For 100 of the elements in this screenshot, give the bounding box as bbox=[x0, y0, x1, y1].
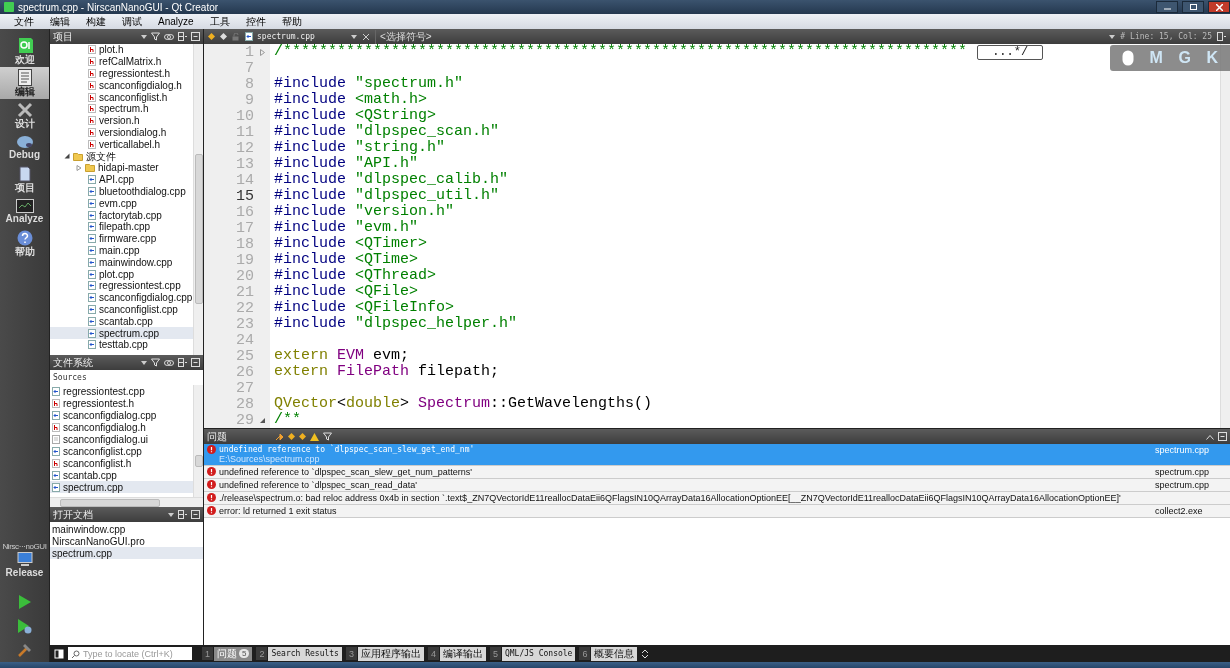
scrollbar[interactable] bbox=[1220, 44, 1230, 428]
tree-item[interactable]: spectrum.h bbox=[50, 103, 193, 115]
maximize-icon bbox=[1189, 4, 1197, 10]
menu-item[interactable]: 工具 bbox=[209, 14, 230, 29]
tree-item[interactable]: filepath.cpp bbox=[50, 220, 193, 233]
tree-item[interactable]: scantab.cpp bbox=[50, 315, 193, 328]
document-item[interactable]: mainwindow.cpp bbox=[50, 523, 203, 535]
issue-path: E:\Sources\spectrum.cpp bbox=[219, 454, 321, 464]
document-item[interactable]: NirscanNanoGUI.pro bbox=[50, 535, 203, 547]
maximize-button[interactable] bbox=[1182, 1, 1204, 13]
file-item[interactable]: regressiontest.h bbox=[50, 397, 193, 409]
tree-item[interactable]: spectrum.cpp bbox=[50, 327, 193, 339]
issue-row[interactable]: error: ld returned 1 exit status collect2.exe bbox=[204, 505, 1230, 518]
source-file-icon bbox=[88, 281, 96, 291]
issue-row[interactable]: undefined reference to `dlpspec_scan_read_data' spectrum.cpp bbox=[204, 479, 1230, 492]
tree-item[interactable]: regressiontest.h bbox=[50, 67, 193, 80]
tree-item[interactable]: 源文件 bbox=[50, 150, 193, 162]
tree-item[interactable]: evm.cpp bbox=[50, 197, 193, 210]
file-item[interactable]: scanconfiglist.h bbox=[50, 457, 193, 469]
file-item[interactable]: spectrum.cpp bbox=[50, 481, 193, 493]
file-item[interactable]: regressiontest.cpp bbox=[50, 385, 193, 397]
mode-button[interactable]: 编辑 bbox=[0, 67, 49, 99]
issue-row[interactable] bbox=[204, 492, 1230, 505]
tree-item[interactable]: factorytab.cpp bbox=[50, 209, 193, 221]
line-number: 22 bbox=[236, 299, 254, 317]
issue-row[interactable]: undefined reference to `dlpspec_scan_slew_get_num_patterns' spectrum.cpp bbox=[204, 466, 1230, 479]
code-line: #include "version.h" bbox=[274, 204, 455, 220]
error-icon bbox=[207, 445, 216, 454]
split-icon bbox=[178, 358, 187, 367]
document-item[interactable]: spectrum.cpp bbox=[50, 547, 203, 559]
output-pane-button[interactable]: Search Results bbox=[268, 646, 342, 661]
scrollbar[interactable] bbox=[50, 497, 203, 507]
tree-item[interactable]: API.cpp bbox=[50, 173, 193, 186]
file-selector[interactable]: spectrum.cpp bbox=[245, 32, 357, 41]
output-pane-button[interactable]: QML/JS Console bbox=[501, 646, 576, 661]
tree-item[interactable]: bluetoothdialog.cpp bbox=[50, 185, 193, 198]
header-file-icon bbox=[88, 80, 96, 90]
tree-item[interactable]: hidapi-master bbox=[50, 161, 193, 174]
code-line: /**************************************************************************** bbox=[274, 44, 968, 60]
mode-button[interactable]: 欢迎 bbox=[0, 35, 49, 67]
menu-item[interactable]: 帮助 bbox=[281, 14, 302, 29]
line-number: 11 bbox=[236, 123, 254, 141]
split-icon bbox=[178, 510, 187, 519]
file-item[interactable]: scanconfigdialog.cpp bbox=[50, 409, 193, 421]
source-file-icon bbox=[88, 198, 96, 208]
tree-item[interactable]: scanconfiglist.h bbox=[50, 91, 193, 103]
mode-button[interactable]: Analyze bbox=[0, 195, 49, 227]
minimize-button[interactable] bbox=[1156, 1, 1178, 13]
file-item[interactable]: scanconfigdialog.h bbox=[50, 421, 193, 433]
filter-icon bbox=[151, 32, 160, 41]
tree-item[interactable]: plot.h bbox=[50, 44, 193, 56]
output-pane-button[interactable]: 编译输出 bbox=[439, 646, 486, 661]
file-item[interactable]: scanconfiglist.cpp bbox=[50, 445, 193, 457]
output-pane-button[interactable]: 问题 5 bbox=[214, 646, 253, 661]
scrollbar[interactable] bbox=[193, 44, 203, 355]
build-config[interactable]: Release bbox=[5, 567, 44, 578]
tree-item[interactable]: firmware.cpp bbox=[50, 232, 193, 245]
menu-item[interactable]: 编辑 bbox=[50, 14, 70, 29]
output-pane-button[interactable]: 概要信息 bbox=[591, 646, 638, 661]
tree-item[interactable]: versiondialog.h bbox=[50, 126, 193, 139]
menu-item[interactable]: 调试 bbox=[122, 14, 142, 29]
tree-item[interactable]: plot.cpp bbox=[50, 268, 193, 280]
mode-button[interactable]: 项目 bbox=[0, 163, 49, 195]
tree-item[interactable]: mainwindow.cpp bbox=[50, 256, 193, 269]
mode-button[interactable]: 帮助 bbox=[0, 227, 49, 259]
source-file-icon bbox=[88, 316, 96, 326]
project-name: Nirsc···noGUI bbox=[2, 542, 47, 551]
tree-item[interactable]: scanconfigdialog.h bbox=[50, 79, 193, 92]
issue-message: error: ld returned 1 exit status bbox=[219, 506, 338, 516]
locate-field[interactable]: Type to locate (Ctrl+K) bbox=[68, 647, 192, 660]
menu-item[interactable]: 构建 bbox=[86, 14, 106, 29]
folded-code-marker[interactable]: ...*/ bbox=[977, 44, 1044, 60]
tree-item[interactable]: verticallabel.h bbox=[50, 138, 193, 151]
header-file-icon bbox=[88, 69, 96, 78]
tree-item[interactable]: version.h bbox=[50, 114, 193, 127]
source-file-icon bbox=[88, 222, 96, 232]
menu-item[interactable]: 控件 bbox=[245, 14, 266, 29]
tree-item[interactable]: testtab.cpp bbox=[50, 338, 193, 351]
pane-number: 3 bbox=[345, 647, 357, 660]
tree-item[interactable]: refCalMatrix.h bbox=[50, 55, 193, 68]
file-item[interactable]: scantab.cpp bbox=[50, 469, 193, 481]
tree-item[interactable]: main.cpp bbox=[50, 244, 193, 257]
caret-down-icon bbox=[351, 33, 357, 40]
output-pane-button[interactable]: 应用程序输出 bbox=[357, 646, 424, 661]
close-button[interactable] bbox=[1208, 1, 1230, 13]
mode-button[interactable]: Debug bbox=[0, 131, 49, 163]
file-item[interactable]: scanconfigdialog.ui bbox=[50, 433, 193, 445]
filter-icon bbox=[151, 358, 160, 367]
tree-item[interactable]: scanconfigdialog.cpp bbox=[50, 291, 193, 304]
window-title: spectrum.cpp - NirscanNanoGUI - Qt Creator bbox=[18, 1, 220, 13]
scrollbar[interactable] bbox=[193, 385, 203, 497]
app-logo-icon bbox=[4, 2, 14, 12]
mode-button[interactable]: 设计 bbox=[0, 99, 49, 131]
tree-item[interactable]: scanconfiglist.cpp bbox=[50, 303, 193, 316]
tree-item[interactable]: regressiontest.cpp bbox=[50, 279, 193, 292]
up-down-arrows-icon bbox=[641, 647, 650, 660]
menu-item[interactable]: 文件 bbox=[14, 14, 34, 29]
line-number: 26 bbox=[236, 363, 254, 381]
menu-item[interactable]: Analyze bbox=[158, 16, 194, 27]
symbol-selector[interactable]: <选择符号> bbox=[375, 29, 1105, 44]
